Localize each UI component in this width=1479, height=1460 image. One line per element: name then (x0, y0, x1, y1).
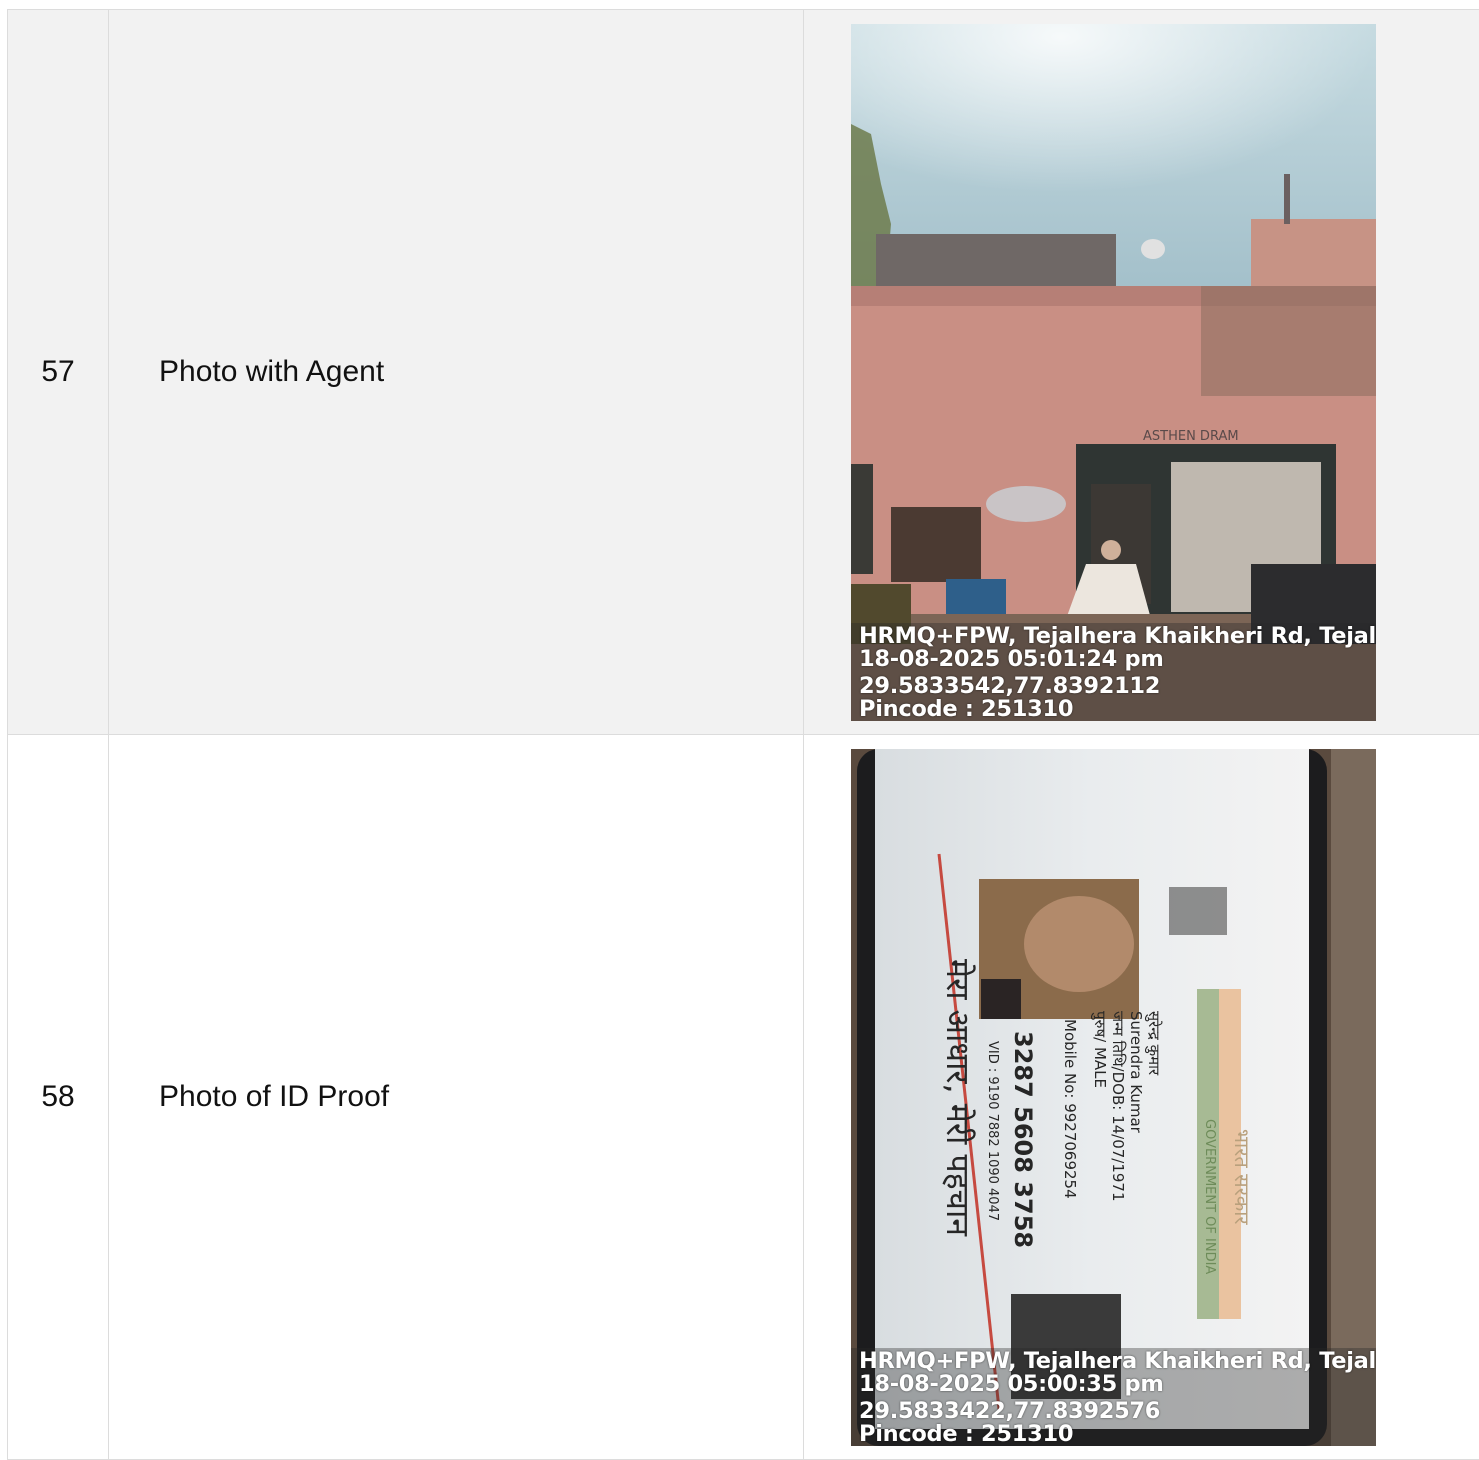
id-proof-photo[interactable]: भारत सरकार GOVERNMENT OF INDIA सुरेन्द्र… (851, 749, 1376, 1446)
row-label: Photo of ID Proof (109, 735, 804, 1460)
row-label: Photo with Agent (109, 10, 804, 735)
photo-cell: भारत सरकार GOVERNMENT OF INDIA सुरेन्द्र… (804, 735, 1479, 1460)
card-mobile: Mobile No: 9927069254 (1061, 1019, 1079, 1199)
card-gov-hindi: भारत सरकार (1230, 1129, 1254, 1225)
card-name-english: Surendra Kumar (1127, 1011, 1145, 1134)
card-name-hindi: सुरेन्द्र कुमार (1144, 1011, 1163, 1076)
geo-stamp-pincode: Pincode : 251310 (859, 698, 1376, 721)
table-row: 57 Photo with Agent (8, 10, 1479, 735)
agent-photo[interactable]: ASTHEN DRAM (851, 24, 1376, 721)
geo-stamp-coordinates: 29.5833422,77.8392576 (859, 1400, 1376, 1423)
geo-stamp-overlay: HRMQ+FPW, Tejalhera Khaikheri Rd, Tejalh… (851, 1348, 1376, 1446)
table-row: 58 Photo of ID Proof (8, 735, 1479, 1460)
card-aadhaar-number: 3287 5608 3758 (1009, 1031, 1037, 1248)
card-vid: VID : 9190 7882 1090 4047 (985, 1041, 1000, 1221)
geo-stamp-datetime: 18-08-2025 05:01:24 pm (859, 648, 1376, 671)
id-proof-photo-image: भारत सरकार GOVERNMENT OF INDIA सुरेन्द्र… (851, 749, 1376, 1446)
row-number: 58 (8, 735, 109, 1460)
agent-photo-image: ASTHEN DRAM (851, 24, 1376, 721)
card-gender: पुरुष/ MALE (1090, 1011, 1109, 1088)
geo-stamp-datetime: 18-08-2025 05:00:35 pm (859, 1373, 1376, 1396)
geo-stamp-overlay: HRMQ+FPW, Tejalhera Khaikheri Rd, Tejalh… (851, 623, 1376, 721)
card-dob: जन्म तिथि/DOB: 14/07/1971 (1109, 1011, 1127, 1202)
photo-cell: ASTHEN DRAM (804, 10, 1479, 735)
geo-stamp-coordinates: 29.5833542,77.8392112 (859, 675, 1376, 698)
geo-stamp-address: HRMQ+FPW, Tejalhera Khaikheri Rd, Tejalh… (859, 1350, 1376, 1373)
photo-table: 57 Photo with Agent (7, 9, 1479, 1460)
sign-text: ASTHEN DRAM (1143, 429, 1239, 444)
geo-stamp-pincode: Pincode : 251310 (859, 1423, 1376, 1446)
card-gov-english: GOVERNMENT OF INDIA (1202, 1119, 1217, 1274)
geo-stamp-address: HRMQ+FPW, Tejalhera Khaikheri Rd, Tejalh… (859, 625, 1376, 648)
card-tagline: मेरा आधार, मेरी पहचान (939, 959, 977, 1237)
row-number: 57 (8, 10, 109, 735)
